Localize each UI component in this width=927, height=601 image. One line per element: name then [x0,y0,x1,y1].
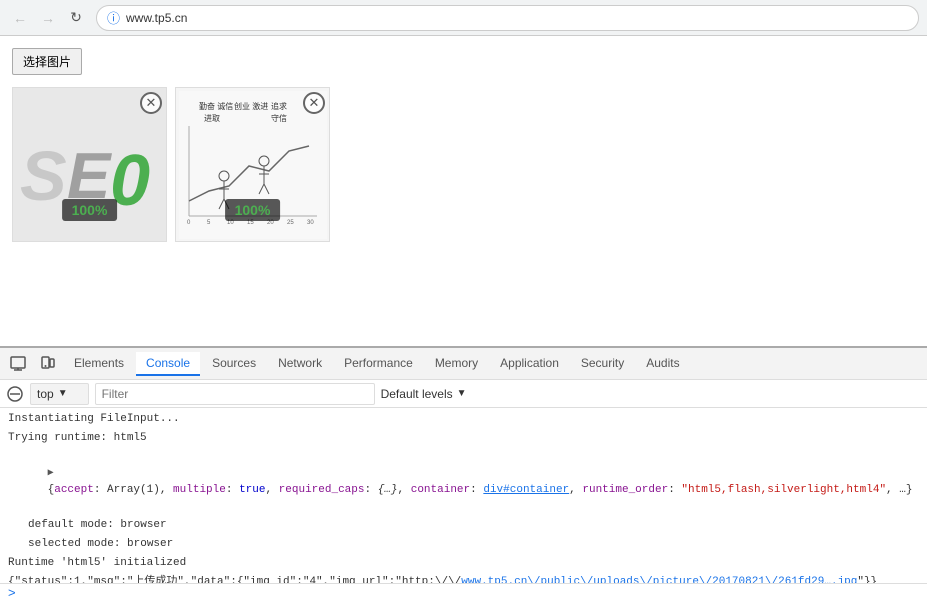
tab-performance[interactable]: Performance [334,352,423,376]
svg-text:S: S [20,137,67,215]
filter-input[interactable] [95,383,375,405]
default-levels-dropdown[interactable]: Default levels ▼ [381,387,467,401]
object-text: {accept: Array(1), multiple: true, requi… [48,484,913,496]
console-line-6: Runtime 'html5' initialized [0,554,927,573]
progress-1: 100% [62,199,118,221]
tab-console[interactable]: Console [136,352,200,376]
back-button[interactable]: ← [8,6,32,30]
console-line-2: Trying runtime: html5 [0,429,927,448]
page-content: 选择图片 ✕ S E 0 100% ✕ [0,36,927,346]
console-bottom: > [0,583,927,601]
inspect-element-button[interactable] [4,350,32,378]
progress-2: 100% [225,199,281,221]
image-previews: ✕ S E 0 100% ✕ [12,87,915,242]
image-preview-2: ✕ 勤奋 诚信 创业 激进 追求 进取 守信 [175,87,330,242]
tab-sources[interactable]: Sources [202,352,266,376]
console-line-4: default mode: browser [0,516,927,535]
info-icon: ⓘ [107,8,120,27]
devtools-tabs: Elements Console Sources Network Perform… [0,348,927,380]
console-line-3[interactable]: ▶ {accept: Array(1), multiple: true, req… [0,448,927,516]
choose-image-button[interactable]: 选择图片 [12,48,82,75]
console-line-5: selected mode: browser [0,535,927,554]
browser-chrome: ← → ↻ ⓘ www.tp5.cn [0,0,927,36]
context-dropdown-arrow: ▼ [58,388,68,399]
image-preview-1: ✕ S E 0 100% [12,87,167,242]
tab-network[interactable]: Network [268,352,332,376]
tab-audits[interactable]: Audits [636,352,689,376]
svg-text:25: 25 [287,220,294,226]
expand-arrow: ▶ [48,466,58,482]
forward-button[interactable]: → [36,6,60,30]
svg-text:创业 激进: 创业 激进 [234,101,268,111]
tab-security[interactable]: Security [571,352,634,376]
console-prompt-icon: > [8,585,16,600]
svg-text:追求: 追求 [271,101,287,111]
console-line-1: Instantiating FileInput... [0,410,927,429]
levels-label: Default levels [381,387,453,401]
svg-text:勤奋 诚信: 勤奋 诚信 [199,101,233,111]
levels-dropdown-arrow: ▼ [457,388,467,399]
nav-buttons: ← → ↻ [8,6,88,30]
devtools-panel: Elements Console Sources Network Perform… [0,346,927,601]
console-output: Instantiating FileInput... Trying runtim… [0,408,927,583]
tab-elements[interactable]: Elements [64,352,134,376]
close-image-2-button[interactable]: ✕ [303,92,325,114]
close-image-1-button[interactable]: ✕ [140,92,162,114]
progress-text-1: 100% [72,202,108,218]
svg-text:进取: 进取 [204,114,220,123]
tab-memory[interactable]: Memory [425,352,488,376]
tab-application[interactable]: Application [490,352,569,376]
svg-text:守信: 守信 [271,113,287,123]
svg-text:30: 30 [307,220,314,226]
clear-console-button[interactable] [6,385,24,403]
progress-text-2: 100% [235,202,271,218]
url-text: www.tp5.cn [126,11,187,25]
address-bar[interactable]: ⓘ www.tp5.cn [96,5,919,31]
context-select[interactable]: top ▼ [30,383,89,405]
context-value: top [37,387,54,401]
mobile-toggle-button[interactable] [34,350,62,378]
refresh-button[interactable]: ↻ [64,6,88,30]
devtools-toolbar: top ▼ Default levels ▼ [0,380,927,408]
console-line-7: {"status":1,"msg":"上传成功","data":{"img_id… [0,573,927,583]
